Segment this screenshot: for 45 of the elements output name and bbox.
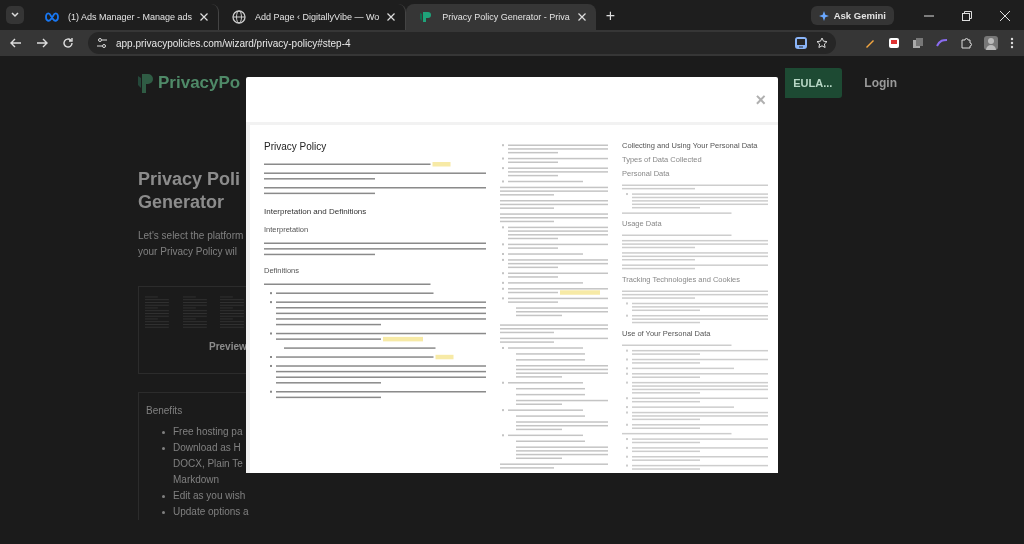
menu-icon[interactable] (1010, 37, 1014, 49)
gemini-button[interactable]: Ask Gemini (810, 6, 894, 25)
close-icon[interactable] (577, 13, 586, 21)
browser-tab[interactable]: Privacy Policy Generator - Priva (406, 4, 596, 30)
avatar-icon[interactable] (984, 36, 998, 50)
page-heading: Privacy Poli Generator (138, 168, 241, 214)
new-tab-button[interactable]: + (605, 7, 616, 25)
benefit-item: Download as H DOCX, Plain Te Markdown (173, 441, 243, 487)
install-icon[interactable] (794, 36, 808, 50)
extension-icon[interactable] (912, 37, 924, 49)
benefit-item: Update options a (173, 505, 249, 519)
close-icon[interactable] (1000, 11, 1010, 21)
extension-icon[interactable] (888, 37, 900, 49)
star-icon[interactable] (816, 37, 828, 49)
bullet-icon (162, 495, 165, 498)
benefit-item: Edit as you wish (173, 489, 246, 503)
section-heading: Interpretation and Definitions (264, 207, 367, 216)
back-icon[interactable] (10, 37, 22, 49)
bullet-icon (162, 511, 165, 514)
reload-icon[interactable] (62, 37, 74, 49)
site-info-icon[interactable] (96, 37, 108, 49)
preview-label: Preview (209, 341, 247, 352)
restore-icon[interactable] (962, 11, 972, 21)
logo-text: PrivacyPo (158, 73, 241, 93)
intro-text: Let's select the platform your Privacy Policy wil (138, 229, 244, 259)
document-thumbnail-icon (220, 295, 246, 331)
close-icon[interactable] (387, 13, 396, 21)
chevron-down-icon (10, 10, 20, 20)
nav-button[interactable]: EULA... (785, 68, 843, 98)
login-link[interactable]: Login (864, 76, 897, 90)
puzzle-icon[interactable] (960, 37, 972, 49)
benefit-item: Free hosting pa (173, 425, 243, 439)
document-title: Privacy Policy (264, 141, 327, 152)
sparkle-icon (818, 10, 829, 21)
benefits-title: Benefits (146, 405, 183, 416)
address-bar[interactable]: app.privacypolicies.com/wizard/privacy-policy#step-4 (88, 32, 836, 54)
forward-icon[interactable] (36, 37, 48, 49)
bullet-icon (162, 447, 165, 450)
preview-card[interactable]: Preview (138, 286, 246, 374)
tab-list-button[interactable] (6, 6, 24, 24)
globe-icon (231, 9, 248, 25)
bullet-icon (162, 431, 165, 434)
close-icon[interactable] (200, 13, 209, 21)
logo-icon (138, 72, 154, 94)
pen-icon[interactable] (864, 37, 876, 49)
